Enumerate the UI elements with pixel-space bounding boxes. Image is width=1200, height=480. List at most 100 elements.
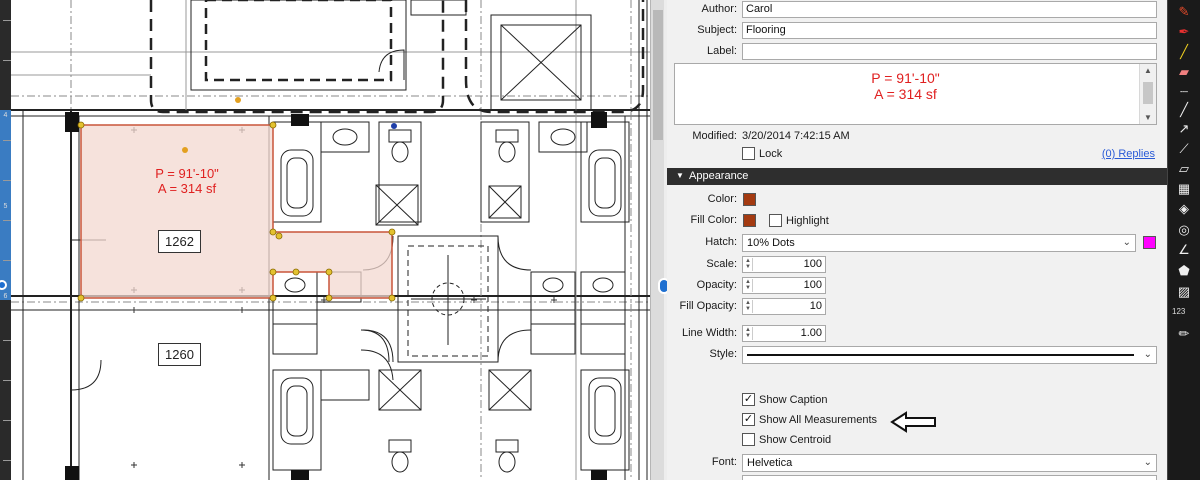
highlighter-icon[interactable]: ✎: [1175, 3, 1193, 21]
opacity-value: 100: [803, 279, 822, 291]
area-icon[interactable]: ▨: [1175, 283, 1193, 301]
room-tag-1260[interactable]: 1260: [158, 343, 201, 366]
show-centroid-row: Show Centroid: [667, 432, 1167, 452]
label-row: Label:: [667, 42, 1167, 62]
subject-row: Subject: Flooring: [667, 21, 1167, 41]
ruler-tick: [3, 220, 11, 221]
show-centroid-checkbox[interactable]: [742, 433, 755, 446]
hatch-value: 10% Dots: [747, 237, 795, 249]
note-icon[interactable]: ▦: [1175, 180, 1193, 198]
app-window: 4 5 6 P = 91'-10" A = 314 sf 1262 1260 A…: [0, 0, 1200, 480]
show-all-measurements-row: ✓ Show All Measurements: [667, 411, 1167, 433]
font-value: Helvetica: [747, 457, 793, 469]
author-field[interactable]: Carol: [742, 1, 1157, 18]
caption-textarea[interactable]: P = 91'-10" A = 314 sf ▲ ▼: [674, 63, 1157, 125]
spinner-arrows-icon[interactable]: ▲ ▼: [744, 327, 753, 340]
font-dropdown[interactable]: Helvetica ⌄: [742, 454, 1157, 472]
line-style-preview: [747, 354, 1134, 356]
floor-plan-canvas[interactable]: P = 91'-10" A = 314 sf 1262 1260: [11, 0, 660, 480]
perimeter-text: P = 91'-10": [155, 166, 219, 181]
color-swatch[interactable]: [743, 193, 756, 206]
style-row: Style: ⌄: [667, 345, 1167, 365]
show-caption-label: Show Caption: [759, 394, 828, 406]
lock-checkbox[interactable]: [742, 147, 755, 160]
appearance-section-header[interactable]: ▼ Appearance: [667, 168, 1167, 185]
ruler-number: 6: [3, 293, 8, 300]
pencil-icon[interactable]: ✏: [1175, 325, 1193, 343]
scrollbar-thumb[interactable]: [653, 10, 663, 140]
hatch-dropdown[interactable]: 10% Dots ⌄: [742, 234, 1136, 252]
fill-opacity-label: Fill Opacity:: [679, 300, 737, 312]
pen-icon[interactable]: ✒: [1175, 23, 1193, 41]
ruler-tick: [3, 20, 11, 21]
fill-opacity-spinner[interactable]: ▲ ▼ 10: [742, 298, 826, 315]
scroll-up-icon[interactable]: ▲: [1144, 66, 1152, 75]
fill-color-row: Fill Color: Highlight: [667, 211, 1167, 231]
next-field-partial: [742, 475, 1157, 480]
opacity-spinner[interactable]: ▲ ▼ 100: [742, 277, 826, 294]
measurement-label[interactable]: P = 91'-10" A = 314 sf: [137, 166, 237, 196]
line-width-row: Line Width: ▲ ▼ 1.00: [667, 324, 1167, 344]
scale-spinner[interactable]: ▲ ▼ 100: [742, 256, 826, 273]
collapse-triangle-icon: ▼: [676, 171, 684, 180]
measure-icon[interactable]: ⟋: [1175, 140, 1193, 158]
show-all-measurements-label: Show All Measurements: [759, 414, 877, 426]
modified-row: Modified: 3/20/2014 7:42:15 AM: [667, 127, 1167, 147]
font-row: Font: Helvetica ⌄: [667, 453, 1167, 473]
eraser-icon[interactable]: ▰: [1175, 63, 1193, 81]
markup-toolbar: ✎ ✒ ╱ ▰ ┈ ╱ ↗ ⟋ ▱ ▦ ◈ ◎ ∠ ⬟ ▨ 123 ✏: [1167, 0, 1200, 480]
author-row: Author: Carol: [667, 0, 1167, 20]
angle-icon[interactable]: ∠: [1175, 241, 1193, 259]
spinner-arrows-icon[interactable]: ▲ ▼: [744, 258, 753, 271]
circle-icon[interactable]: ◎: [1175, 221, 1193, 239]
opacity-label: Opacity:: [696, 279, 737, 291]
scroll-down-icon[interactable]: ▼: [1144, 113, 1152, 122]
replies-link[interactable]: (0) Replies: [1102, 148, 1155, 160]
room-tag-1262[interactable]: 1262: [158, 230, 201, 253]
caption-scrollbar[interactable]: ▲ ▼: [1139, 64, 1156, 124]
fill-color-swatch[interactable]: [743, 214, 756, 227]
vertical-ruler: 4 5 6: [0, 0, 11, 480]
chevron-down-icon: ⌄: [1143, 457, 1152, 468]
cube-icon[interactable]: ◈: [1175, 200, 1193, 218]
pointer-arrow-icon: [890, 411, 936, 433]
line-width-spinner[interactable]: ▲ ▼ 1.00: [742, 325, 826, 342]
ruler-tick: [3, 460, 11, 461]
ruler-tick: [3, 140, 11, 141]
ruler-tick: [3, 180, 11, 181]
ruler-tick: [3, 380, 11, 381]
show-all-measurements-checkbox[interactable]: ✓: [742, 413, 755, 426]
line-icon[interactable]: ╱: [1175, 101, 1193, 119]
arrow-icon[interactable]: ↗: [1175, 120, 1193, 138]
font-label: Font:: [711, 456, 737, 468]
scale-row: Scale: ▲ ▼ 100: [667, 255, 1167, 275]
hatch-color-swatch[interactable]: [1143, 236, 1156, 249]
chevron-down-icon: ⌄: [1143, 349, 1152, 360]
subject-field[interactable]: Flooring: [742, 22, 1157, 39]
highlight-checkbox[interactable]: [769, 214, 782, 227]
count-icon[interactable]: 123: [1172, 307, 1185, 316]
caption-text: P = 91'-10" A = 314 sf: [675, 70, 1136, 102]
ruler-icon[interactable]: ▱: [1175, 160, 1193, 178]
ruler-number: 5: [3, 203, 8, 210]
spinner-arrows-icon[interactable]: ▲ ▼: [744, 300, 753, 313]
lock-row: Lock (0) Replies: [667, 146, 1167, 166]
line-style-dropdown[interactable]: ⌄: [742, 346, 1157, 364]
spinner-arrows-icon[interactable]: ▲ ▼: [744, 279, 753, 292]
dotted-line-icon[interactable]: ┈: [1175, 83, 1193, 101]
style-label: Style:: [709, 348, 737, 360]
label-field[interactable]: [742, 43, 1157, 60]
show-caption-checkbox[interactable]: ✓: [742, 393, 755, 406]
modified-label: Modified:: [692, 130, 737, 142]
floor-plan-drawing: [11, 0, 660, 480]
marker-icon[interactable]: ╱: [1175, 43, 1193, 61]
scale-value: 100: [803, 258, 822, 270]
caption-scroll-thumb[interactable]: [1143, 82, 1153, 104]
lock-label: Lock: [759, 148, 783, 160]
line-width-label: Line Width:: [681, 327, 737, 339]
scale-label: Scale:: [706, 258, 737, 270]
polygon-icon[interactable]: ⬟: [1175, 262, 1193, 280]
ruler-number: 4: [3, 112, 8, 119]
canvas-scrollbar[interactable]: [650, 0, 664, 480]
color-label: Color:: [707, 193, 737, 205]
